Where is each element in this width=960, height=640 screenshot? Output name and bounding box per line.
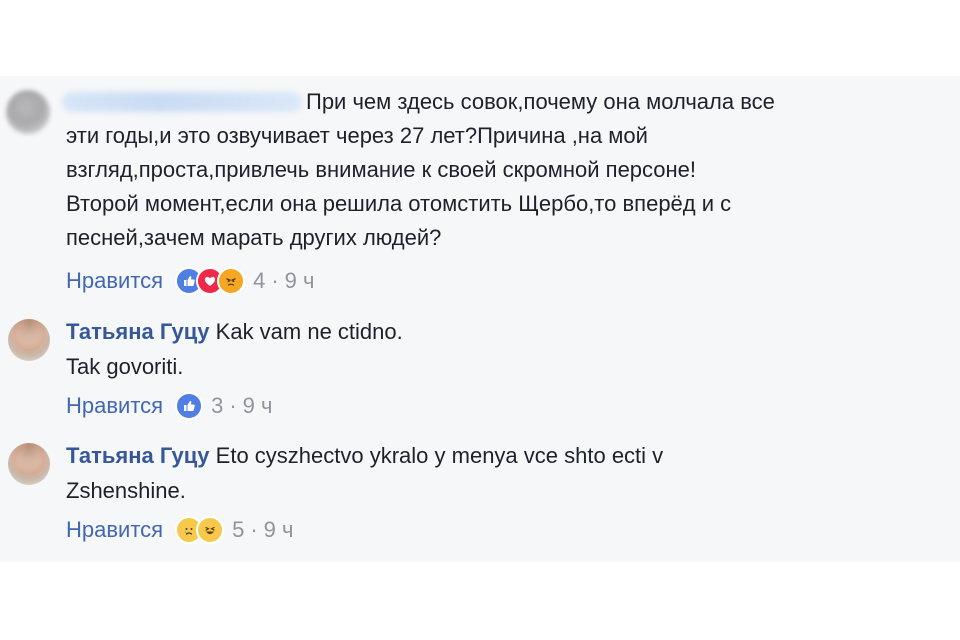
comment-text: Eto cyszhectvo ykralo y menya vce shto e…: [215, 443, 664, 468]
screenshot-page: При чем здесь совок,почему она молчала в…: [0, 0, 960, 640]
author-name[interactable]: Татьяна Гуцу: [66, 443, 210, 468]
avatar-image: [8, 319, 50, 361]
separator: ·: [229, 393, 237, 418]
reaction-count: 5: [232, 517, 245, 542]
avatar-image: [8, 443, 50, 485]
author-name[interactable]: Татьяна Гуцу: [66, 319, 210, 344]
comment-text-line2: Zshenshine.: [66, 478, 186, 503]
angry-icon: [217, 267, 246, 295]
reactions-summary[interactable]: 3: [175, 392, 223, 420]
reaction-count: 4: [253, 268, 266, 293]
like-button[interactable]: Нравится: [66, 393, 163, 419]
reactions-summary[interactable]: 5: [175, 516, 244, 544]
like-button[interactable]: Нравится: [66, 517, 163, 543]
timestamp[interactable]: 9 ч: [243, 393, 273, 419]
like-icon: [175, 392, 204, 420]
comment-text: Kak vam ne ctidno.: [215, 319, 403, 344]
like-button[interactable]: Нравится: [66, 268, 163, 294]
comment-actions: Нравится 5 · 9 ч: [66, 515, 293, 545]
separator: ·: [250, 517, 258, 542]
comment-actions: Нравится 3 · 9 ч: [66, 391, 272, 421]
comment-text-line2: Tak govoriti.: [66, 354, 184, 379]
comment-thread: При чем здесь совок,почему она молчала в…: [0, 76, 960, 562]
haha-icon: [196, 516, 225, 544]
comment-body: Татьяна Гуцу Kak vam ne ctidno.: [66, 315, 946, 349]
comment-text: При чем здесь совок,почему она молчала в…: [66, 89, 775, 250]
reactions-summary[interactable]: 4: [175, 267, 265, 295]
avatar[interactable]: [8, 443, 50, 485]
avatar[interactable]: [8, 319, 50, 361]
avatar[interactable]: [6, 90, 50, 134]
timestamp[interactable]: 9 ч: [285, 268, 315, 294]
reaction-count: 3: [211, 393, 224, 418]
separator: ·: [271, 268, 279, 293]
comment-body: Татьяна Гуцу Eto cyszhectvo ykralo y men…: [66, 439, 946, 473]
timestamp[interactable]: 9 ч: [264, 517, 294, 543]
comment-actions: Нравится 4 · 9 ч: [66, 266, 314, 296]
